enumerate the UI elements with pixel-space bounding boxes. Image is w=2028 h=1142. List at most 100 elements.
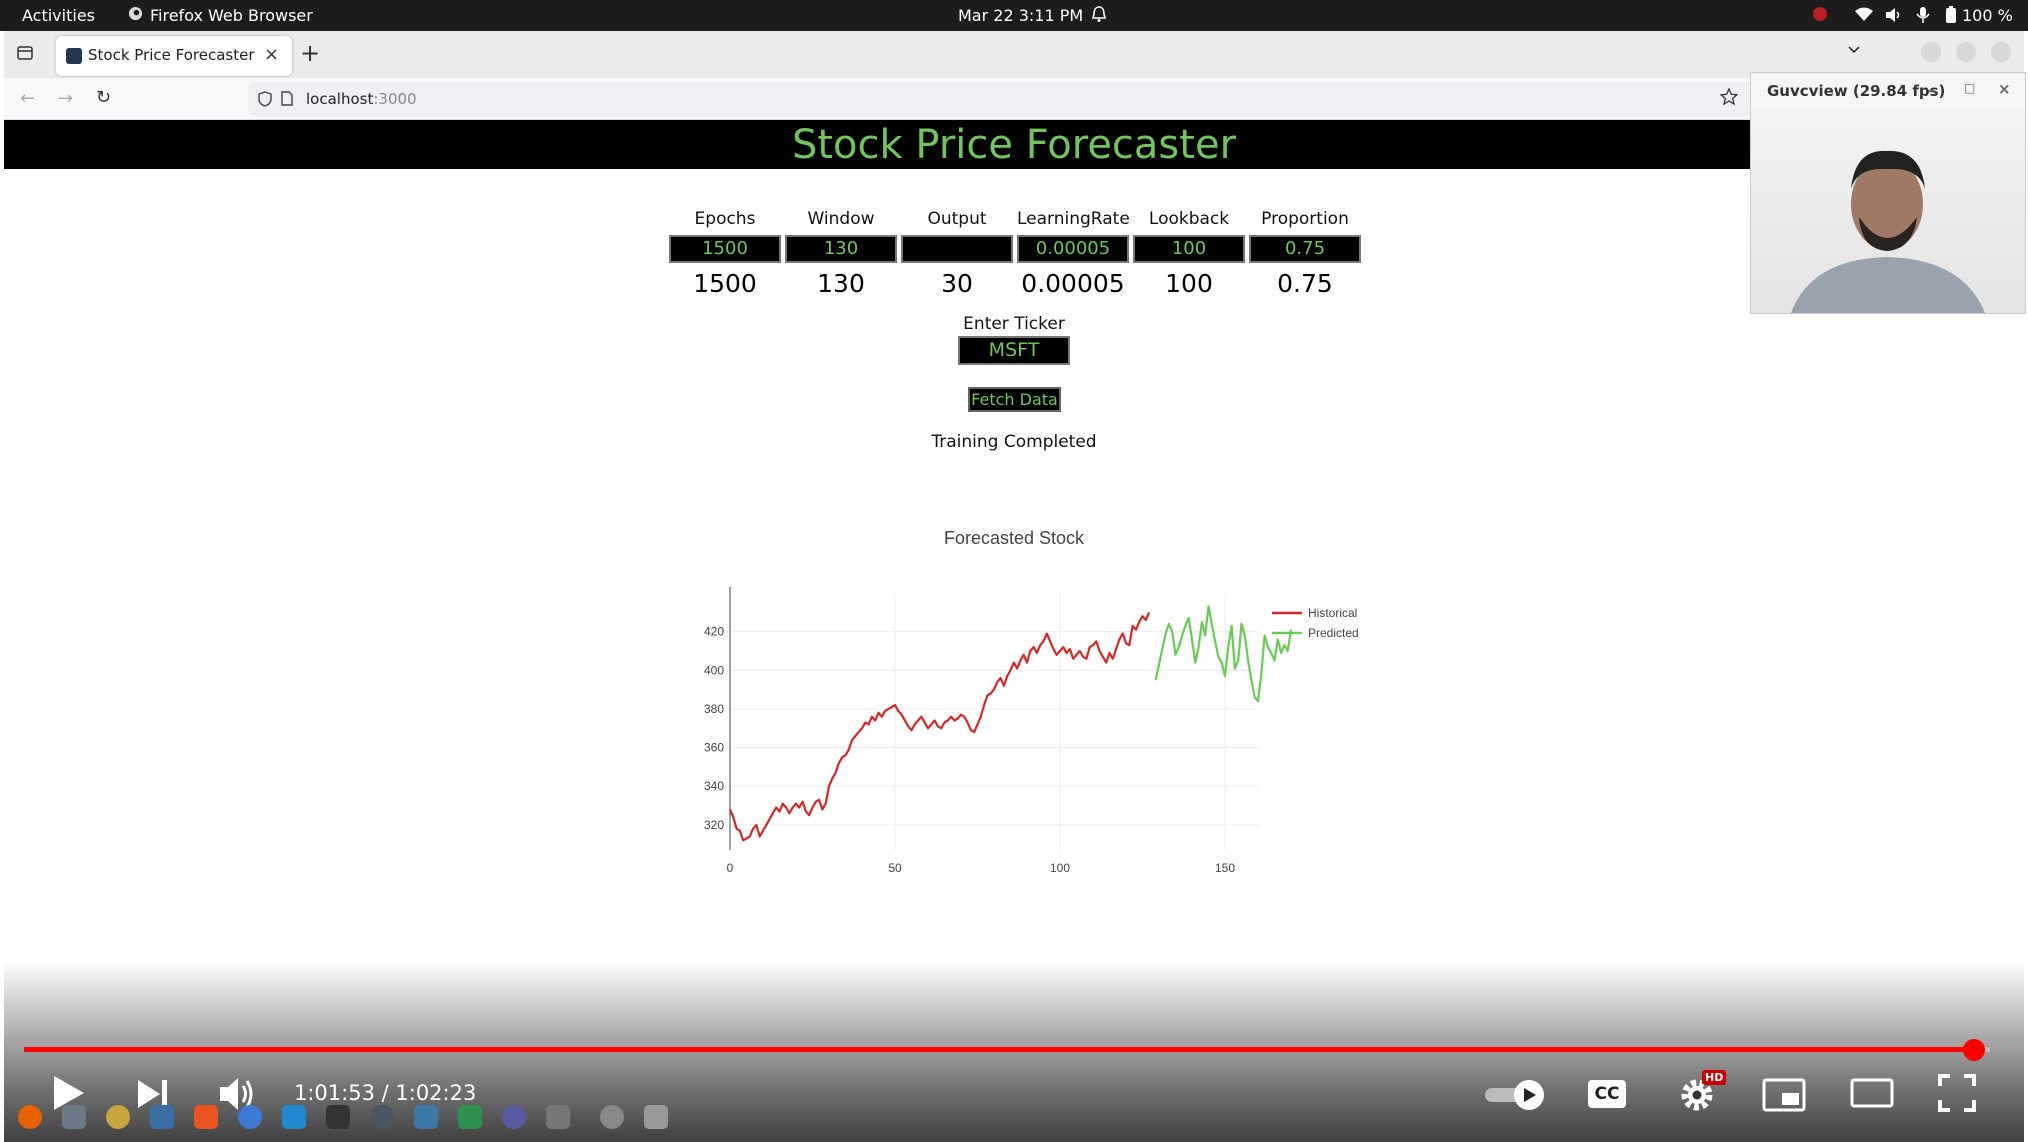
param-value: 0.75 — [1277, 269, 1333, 298]
list-all-tabs-icon[interactable] — [1846, 41, 1862, 61]
forward-icon[interactable]: → — [58, 88, 73, 109]
app-center-dock-icon[interactable] — [194, 1105, 218, 1129]
param-label: Epochs — [694, 209, 756, 229]
param-value: 0.00005 — [1021, 269, 1125, 298]
webcam-title: Guvcview (29.84 fps) — [1767, 82, 1946, 100]
y-tick-label: 320 — [704, 818, 724, 832]
progress-bar[interactable] — [24, 1047, 1975, 1052]
autoplay-toggle[interactable] — [1483, 1079, 1547, 1115]
param-label: Window — [807, 209, 875, 229]
maximize-window-icon[interactable] — [1956, 42, 1976, 62]
trash-dock-icon[interactable] — [644, 1105, 668, 1129]
navigation-toolbar: ← → ↻ localhost:3000 — [4, 78, 2024, 120]
spreadsheet-dock-icon[interactable] — [458, 1105, 482, 1129]
python-dock-icon[interactable] — [414, 1105, 438, 1129]
volume-icon — [1884, 7, 1902, 27]
webcam-dock-icon[interactable] — [600, 1105, 624, 1129]
webcam-window[interactable]: Guvcview (29.84 fps) – □ × — [1750, 72, 2026, 314]
param-label: Lookback — [1148, 209, 1230, 229]
param-learningrate: LearningRate 0.00005 0.00005 — [1017, 209, 1130, 298]
series-line-predicted — [1154, 605, 1293, 703]
webcam-feed — [1751, 109, 2025, 313]
back-icon[interactable]: ← — [20, 88, 35, 109]
rhythmbox-dock-icon[interactable] — [106, 1105, 130, 1129]
param-window: Window 130 130 — [785, 209, 897, 298]
record-indicator-icon — [1812, 6, 1828, 26]
param-value: 130 — [817, 269, 865, 298]
x-tick-label: 100 — [1050, 861, 1070, 875]
close-tab-icon[interactable]: × — [264, 44, 279, 65]
tab-stock-price-forecaster[interactable]: Stock Price Forecaster × — [56, 36, 292, 76]
drive-dock-icon[interactable] — [502, 1105, 526, 1129]
y-tick-label: 420 — [704, 625, 724, 639]
param-value: 30 — [941, 269, 973, 298]
app-title: Stock Price Forecaster — [791, 122, 1237, 168]
window-input[interactable]: 130 — [785, 235, 897, 263]
y-tick-label: 360 — [704, 741, 724, 755]
files-dock-icon[interactable] — [62, 1105, 86, 1129]
webcam-minimize-icon[interactable]: – — [1928, 81, 1936, 99]
x-tick-label: 50 — [888, 861, 902, 875]
shield-icon[interactable] — [258, 91, 272, 111]
param-epochs: Epochs 1500 1500 — [669, 209, 781, 298]
writer-dock-icon[interactable] — [150, 1105, 174, 1129]
lookback-input[interactable]: 100 — [1133, 235, 1245, 263]
webcam-maximize-icon[interactable]: □ — [1964, 81, 1975, 95]
url-port: :3000 — [373, 90, 417, 108]
tab-overview-icon[interactable] — [16, 44, 34, 66]
help-dock-icon[interactable] — [238, 1105, 262, 1129]
tool-dock-icon[interactable] — [546, 1105, 570, 1129]
alarm-icon — [1091, 5, 1107, 27]
miniplayer-icon[interactable] — [1762, 1078, 1806, 1116]
fullscreen-icon[interactable] — [1938, 1074, 1976, 1116]
wifi-icon — [1855, 7, 1873, 26]
terminal-dock-icon[interactable] — [326, 1105, 350, 1129]
output-input[interactable] — [901, 235, 1013, 263]
app-menu[interactable]: Firefox Web Browser — [150, 6, 313, 25]
param-value: 100 — [1165, 269, 1213, 298]
vscode-dock-icon[interactable] — [282, 1105, 306, 1129]
firefox-dock-icon[interactable] — [18, 1105, 42, 1129]
microphone-icon — [1914, 6, 1932, 28]
bookmark-star-icon[interactable] — [1719, 87, 1739, 110]
tab-title: Stock Price Forecaster — [88, 46, 255, 64]
param-label: LearningRate — [1017, 209, 1130, 229]
webcam-close-icon[interactable]: × — [1998, 80, 2011, 98]
close-window-icon[interactable] — [1991, 42, 2011, 62]
person-image — [1791, 150, 1985, 313]
param-label: Proportion — [1261, 209, 1349, 229]
captions-button[interactable]: CC — [1588, 1080, 1626, 1108]
learningrate-input[interactable]: 0.00005 — [1017, 235, 1129, 263]
proportion-input[interactable]: 0.75 — [1249, 235, 1361, 263]
y-tick-label: 380 — [704, 702, 724, 716]
battery-percent: 100 % — [1962, 6, 2013, 25]
webcam-titlebar: Guvcview (29.84 fps) – □ × — [1751, 73, 2025, 109]
minimize-window-icon[interactable] — [1921, 42, 1941, 62]
x-tick-label: 150 — [1215, 861, 1235, 875]
ubuntu-dock — [4, 1095, 704, 1139]
clock[interactable]: Mar 22 3:11 PM — [958, 6, 1083, 25]
url-bar[interactable]: localhost:3000 — [248, 82, 1768, 116]
param-value: 1500 — [693, 269, 757, 298]
url-text: localhost:3000 — [306, 90, 417, 108]
y-tick-label: 340 — [704, 779, 724, 793]
param-lookback: Lookback 100 100 — [1133, 209, 1245, 298]
ticker-input[interactable]: MSFT — [958, 336, 1070, 365]
new-tab-icon[interactable]: + — [300, 39, 320, 67]
training-status: Training Completed — [931, 432, 1097, 452]
activities-button[interactable]: Activities — [22, 6, 95, 25]
app-header: Stock Price Forecaster — [4, 120, 2024, 169]
fetch-data-button[interactable]: Fetch Data — [968, 387, 1061, 412]
reload-icon[interactable]: ↻ — [96, 87, 111, 108]
y-tick-label: 400 — [704, 663, 724, 677]
battery-icon — [1944, 6, 1958, 28]
ticker-label: Enter Ticker — [963, 314, 1065, 334]
firefox-app-icon — [128, 6, 143, 25]
page-info-icon[interactable] — [281, 91, 293, 110]
react-favicon-icon — [66, 48, 82, 64]
theater-mode-icon[interactable] — [1850, 1078, 1894, 1112]
epochs-input[interactable]: 1500 — [669, 235, 781, 263]
browser-dock-icon[interactable] — [370, 1105, 394, 1129]
x-tick-label: 0 — [727, 861, 734, 875]
url-host: localhost — [306, 90, 374, 108]
